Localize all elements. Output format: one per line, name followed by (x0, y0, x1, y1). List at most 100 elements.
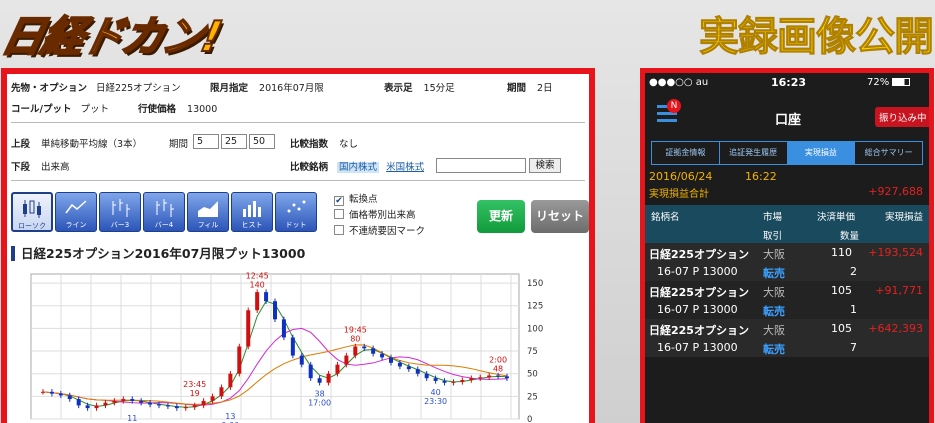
candle-body (299, 355, 304, 365)
candle-body (469, 378, 474, 381)
candle-body (308, 364, 313, 379)
time-label: 16:22 (745, 170, 777, 183)
update-button[interactable]: 更新 (477, 200, 525, 233)
value-lower[interactable]: 出来高 (41, 162, 70, 173)
candle-body (219, 387, 224, 397)
value-strike[interactable]: 13000 (187, 104, 217, 115)
candle-body (228, 373, 233, 388)
value-upper[interactable]: 単純移動平均線（3本） (41, 139, 142, 150)
candle-body (442, 380, 447, 383)
notification-badge: N (667, 99, 681, 113)
chart-type-fill[interactable]: フィル (187, 192, 229, 232)
chart-type-histogram[interactable]: ヒスト (231, 192, 273, 232)
chart-title: 日経225オプション2016年07月限プット13000 (11, 246, 305, 261)
label-bar: 表示足 (384, 83, 413, 94)
total-label: 実現損益合計 (649, 189, 709, 200)
y-tick-label: 100 (527, 324, 543, 334)
period-input-3[interactable]: 50 (249, 134, 275, 149)
value-period[interactable]: 2日 (537, 83, 553, 94)
value-compare-index[interactable]: なし (339, 139, 358, 150)
table-row-sub: 16-07 P 13000 転売 7 (645, 338, 929, 357)
row-bar: 表示足 15分足 (384, 80, 455, 94)
check-volume-profile[interactable]: 価格帯別出来高 (334, 207, 416, 221)
table-header: 銘柄名 市場 決済単価 実現損益 (645, 205, 929, 224)
y-tick-label: 75 (527, 347, 538, 357)
check-turning-point[interactable]: ✔ 転換点 (334, 191, 378, 206)
chart-type-bar4[interactable]: バー4 (143, 192, 185, 232)
candle-body (246, 310, 251, 347)
table-row[interactable]: 日経225オプション 大阪 110 +193,524 (645, 243, 929, 262)
label-compare-stock: 比較銘柄 (290, 162, 329, 173)
label-period2: 期間 (169, 139, 189, 150)
candle-body (121, 399, 126, 401)
tab-realized-pl[interactable]: 実現損益 (787, 142, 856, 164)
header-trade: 取引 (763, 231, 783, 242)
tab-us[interactable]: 米国株式 (386, 162, 424, 173)
row-market: 大阪 (763, 248, 785, 261)
row-qty: 1 (850, 303, 857, 316)
candle-body (380, 353, 385, 358)
row-pl: +91,771 (875, 284, 923, 297)
candle-body (415, 369, 420, 374)
period-input-1[interactable]: 5 (193, 134, 219, 149)
search-button[interactable]: 検索 (529, 158, 561, 173)
candle-body (344, 355, 349, 365)
label-compare-index: 比較指数 (290, 139, 329, 150)
deposit-button[interactable]: 振り込み中 (875, 107, 929, 127)
label-period: 期間 (507, 83, 527, 94)
candle-body (460, 380, 465, 382)
label-month: 限月指定 (210, 83, 249, 94)
value-month[interactable]: 2016年07月限 (259, 83, 324, 94)
chart-type-candlestick[interactable]: ローソク (11, 192, 53, 232)
candle-body (183, 407, 188, 409)
y-tick-label: 50 (527, 370, 538, 380)
period-input-2[interactable]: 25 (221, 134, 247, 149)
reset-button[interactable]: リセット (531, 200, 589, 233)
tab-domestic[interactable]: 国内株式 (337, 162, 380, 173)
line-icon (65, 200, 87, 214)
candle-body (49, 391, 54, 394)
table-row[interactable]: 日経225オプション 大阪 105 +91,771 (645, 281, 929, 300)
status-carrier: ●●●○○ au (649, 77, 709, 88)
chart-type-label: ヒスト (241, 221, 263, 229)
check-discontinuity[interactable]: 不連続要因マーク (334, 223, 425, 237)
tab-margin-call[interactable]: 追証発生履歴 (720, 142, 788, 164)
tab-summary[interactable]: 総合サマリー (855, 142, 922, 164)
table-header-sub: 取引 数量 (645, 224, 929, 243)
y-tick-label: 25 (527, 392, 538, 402)
row-name: 日経225オプション (649, 324, 749, 337)
chart-annotation: 40 (431, 388, 441, 397)
row-code: 16-07 P 13000 (657, 265, 738, 278)
row-price: 105 (831, 284, 852, 297)
row-month: 限月指定 2016年07月限 (210, 80, 324, 94)
candle-body (389, 357, 393, 363)
candle-body (478, 377, 483, 379)
row-price: 105 (831, 322, 852, 335)
value-bar[interactable]: 15分足 (424, 83, 455, 94)
header-price: 決済単価 (817, 212, 856, 223)
candle-body (397, 362, 402, 367)
candle-body (451, 381, 456, 383)
row-market: 大阪 (763, 324, 785, 337)
table-row-sub: 16-07 P 13000 転売 1 (645, 300, 929, 319)
chart-type-bar3[interactable]: バー3 (99, 192, 141, 232)
chart-type-line[interactable]: ライン (55, 192, 97, 232)
row-product: 先物・オプション 日経225オプション (11, 80, 181, 94)
compare-stock-input[interactable] (436, 158, 526, 173)
row-trade: 転売 (763, 305, 785, 318)
row-strike: 行使価格 13000 (138, 101, 217, 115)
divider (11, 122, 585, 123)
tab-margin-info[interactable]: 証拠金情報 (652, 142, 720, 164)
table-row[interactable]: 日経225オプション 大阪 105 +642,393 (645, 319, 929, 338)
candle-body (326, 373, 331, 383)
candle-body (433, 378, 438, 381)
chart-annotation: 12:45 (246, 271, 269, 280)
value-callput[interactable]: プット (81, 104, 110, 115)
chart-type-dot[interactable]: ドット (275, 192, 317, 232)
banner-right-title: 実録画像公開 (699, 14, 935, 61)
check-label: 価格帯別出来高 (349, 210, 416, 221)
row-qty: 2 (850, 265, 857, 278)
row-period: 期間 2日 (507, 80, 553, 94)
row-pl: +642,393 (868, 322, 923, 335)
candle-body (362, 346, 367, 349)
